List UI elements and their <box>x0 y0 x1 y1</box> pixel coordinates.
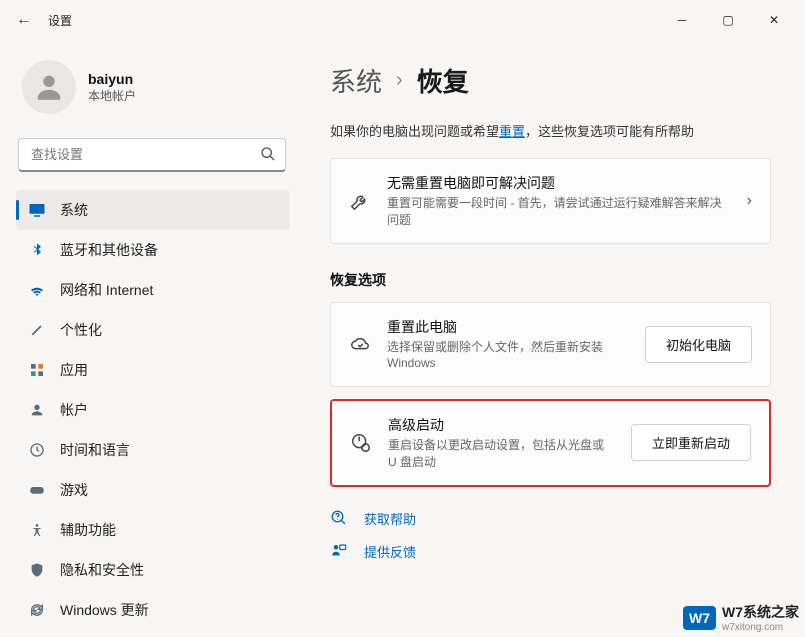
system-icon <box>28 201 46 219</box>
advanced-startup-title: 高级启动 <box>388 415 615 435</box>
nav-label: 游戏 <box>60 480 88 500</box>
nav-label: 辅助功能 <box>60 520 116 540</box>
nav-label: 系统 <box>60 200 88 220</box>
nav-label: 应用 <box>60 360 88 380</box>
recovery-options-title: 恢复选项 <box>330 270 771 290</box>
nav-label: 蓝牙和其他设备 <box>60 240 158 260</box>
watermark-text: W7系统之家 <box>722 604 799 620</box>
update-icon <box>28 601 46 619</box>
nav-label: 隐私和安全性 <box>60 560 144 580</box>
brush-icon <box>28 321 46 339</box>
accessibility-icon <box>28 521 46 539</box>
window-title: 设置 <box>48 12 72 29</box>
nav-accessibility[interactable]: 辅助功能 <box>16 510 290 550</box>
profile-name: baiyun <box>88 71 136 87</box>
troubleshoot-card[interactable]: 无需重置电脑即可解决问题 重置可能需要一段时间 - 首先，请尝试通过运行疑难解答… <box>330 158 771 244</box>
cloud-reset-icon <box>349 333 371 355</box>
get-help-label: 获取帮助 <box>364 509 416 528</box>
back-button[interactable]: ← <box>8 4 40 36</box>
nav-privacy[interactable]: 隐私和安全性 <box>16 550 290 590</box>
avatar <box>22 60 76 114</box>
nav-label: 帐户 <box>60 400 88 420</box>
advanced-startup-card: 高级启动 重启设备以更改启动设置，包括从光盘或 U 盘启动 立即重新启动 <box>330 399 771 487</box>
get-help-link[interactable]: 获取帮助 <box>330 509 771 528</box>
nav-list: 系统 蓝牙和其他设备 网络和 Internet 个性化 应用 <box>16 190 300 630</box>
watermark: W7 W7系统之家 w7xitong.com <box>683 602 799 633</box>
reset-pc-button[interactable]: 初始化电脑 <box>645 326 752 363</box>
profile[interactable]: baiyun 本地帐户 <box>16 50 300 134</box>
titlebar: ← 设置 ─ ▢ ✕ <box>0 0 805 40</box>
wrench-icon <box>349 190 371 212</box>
restart-now-button[interactable]: 立即重新启动 <box>631 424 751 461</box>
nav-system[interactable]: 系统 <box>16 190 290 230</box>
breadcrumb: 系统 › 恢复 <box>330 62 771 99</box>
close-button[interactable]: ✕ <box>751 4 797 36</box>
nav-label: Windows 更新 <box>60 600 149 620</box>
maximize-button[interactable]: ▢ <box>705 4 751 36</box>
nav-apps[interactable]: 应用 <box>16 350 290 390</box>
intro-text: 如果你的电脑出现问题或希望重置，这些恢复选项可能有所帮助 <box>330 121 771 140</box>
apps-icon <box>28 361 46 379</box>
troubleshoot-title: 无需重置电脑即可解决问题 <box>387 173 731 193</box>
chevron-right-icon: › <box>747 192 752 210</box>
reset-pc-card: 重置此电脑 选择保留或删除个人文件，然后重新安装 Windows 初始化电脑 <box>330 302 771 388</box>
feedback-link[interactable]: 提供反馈 <box>330 542 771 561</box>
profile-subtitle: 本地帐户 <box>88 87 136 104</box>
nav-gaming[interactable]: 游戏 <box>16 470 290 510</box>
nav-accounts[interactable]: 帐户 <box>16 390 290 430</box>
feedback-icon <box>330 542 348 560</box>
breadcrumb-current: 恢复 <box>417 62 469 99</box>
nav-personalization[interactable]: 个性化 <box>16 310 290 350</box>
feedback-label: 提供反馈 <box>364 542 416 561</box>
reset-pc-title: 重置此电脑 <box>387 317 629 337</box>
nav-label: 个性化 <box>60 320 102 340</box>
advanced-startup-desc: 重启设备以更改启动设置，包括从光盘或 U 盘启动 <box>388 437 615 471</box>
watermark-url: w7xitong.com <box>722 622 799 633</box>
nav-label: 时间和语言 <box>60 440 130 460</box>
gamepad-icon <box>28 481 46 499</box>
nav-time-language[interactable]: 时间和语言 <box>16 430 290 470</box>
wifi-icon <box>28 281 46 299</box>
nav-bluetooth[interactable]: 蓝牙和其他设备 <box>16 230 290 270</box>
shield-icon <box>28 561 46 579</box>
minimize-button[interactable]: ─ <box>659 4 705 36</box>
watermark-badge: W7 <box>683 606 716 630</box>
search-input[interactable] <box>18 138 286 172</box>
main-content: 系统 › 恢复 如果你的电脑出现问题或希望重置，这些恢复选项可能有所帮助 无需重… <box>300 40 805 637</box>
reset-link[interactable]: 重置 <box>499 124 525 139</box>
nav-network[interactable]: 网络和 Internet <box>16 270 290 310</box>
person-icon <box>28 401 46 419</box>
nav-label: 网络和 Internet <box>60 280 153 300</box>
nav-windows-update[interactable]: Windows 更新 <box>16 590 290 630</box>
breadcrumb-root[interactable]: 系统 <box>330 62 382 99</box>
help-icon <box>330 509 348 527</box>
search-icon <box>260 146 276 165</box>
reset-pc-desc: 选择保留或删除个人文件，然后重新安装 Windows <box>387 339 629 373</box>
sidebar: baiyun 本地帐户 系统 蓝牙和其他设备 <box>0 40 300 637</box>
chevron-right-icon: › <box>396 69 403 92</box>
clock-icon <box>28 441 46 459</box>
troubleshoot-desc: 重置可能需要一段时间 - 首先，请尝试通过运行疑难解答来解决问题 <box>387 195 731 229</box>
bluetooth-icon <box>28 241 46 259</box>
power-gear-icon <box>350 432 372 454</box>
